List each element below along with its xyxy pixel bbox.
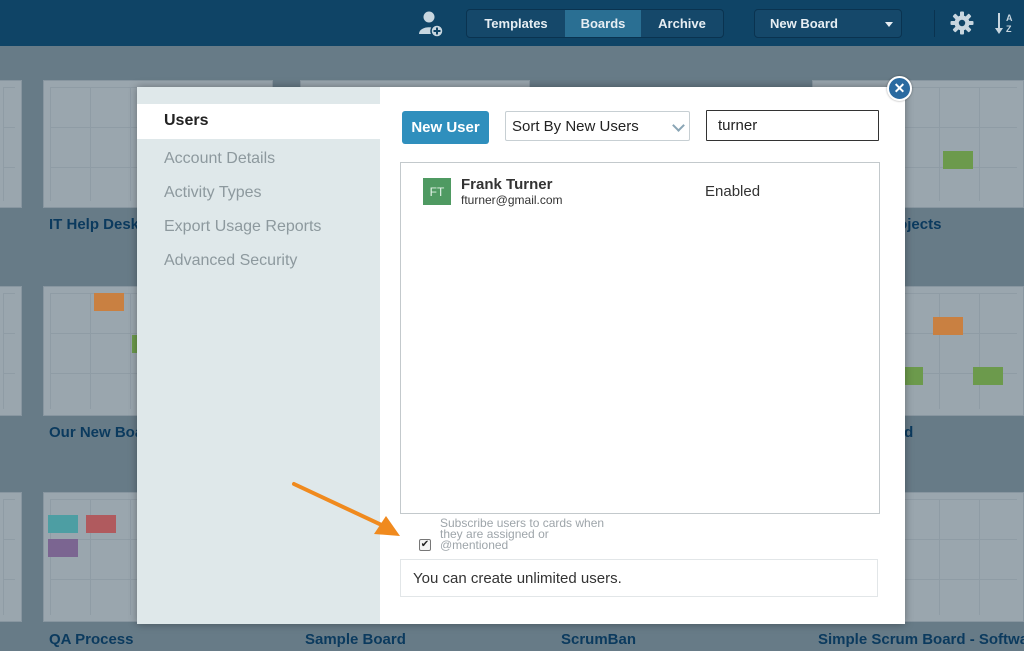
user-status: Enabled: [705, 183, 761, 200]
view-tabs: Templates Boards Archive: [466, 9, 724, 38]
board-title[interactable]: Sample Board: [305, 631, 406, 648]
sidebar-item-advanced-security[interactable]: Advanced Security: [164, 252, 297, 270]
user-name: Frank Turner: [461, 176, 553, 193]
toolbar-divider: [934, 10, 935, 37]
users-info-message: You can create unlimited users.: [400, 559, 878, 597]
close-modal-button[interactable]: ✕: [887, 76, 912, 101]
board-thumbnail: [0, 80, 22, 208]
board-title[interactable]: QA Process: [49, 631, 134, 648]
caret-down-icon: [885, 22, 893, 27]
close-icon: ✕: [893, 80, 906, 96]
chevron-down-icon: [672, 119, 685, 132]
board-thumbnail: [0, 492, 22, 622]
add-user-icon[interactable]: [418, 10, 444, 38]
users-list: FT Frank Turner fturner@gmail.com Enable…: [400, 162, 880, 514]
board-title[interactable]: IT Help Desk: [49, 216, 139, 233]
sort-value: Sort By New Users: [512, 117, 639, 135]
board-title[interactable]: Simple Scrum Board - Software: [818, 631, 1024, 648]
annotation-arrow-icon: [292, 482, 400, 536]
board-title[interactable]: ScrumBan: [561, 631, 636, 648]
svg-text:A: A: [1006, 13, 1013, 23]
subscribe-checkbox[interactable]: ✔: [419, 539, 431, 551]
user-email: fturner@gmail.com: [461, 193, 563, 207]
new-user-button[interactable]: New User: [402, 111, 489, 144]
board-thumbnail: [0, 286, 22, 416]
avatar: FT: [423, 178, 451, 205]
tab-boards[interactable]: Boards: [565, 10, 641, 37]
subscribe-label: Subscribe users to cards when they are a…: [440, 516, 605, 552]
sort-alpha-icon[interactable]: A Z: [994, 10, 1016, 36]
sidebar-item-export-usage-reports[interactable]: Export Usage Reports: [164, 218, 321, 236]
top-toolbar: Templates Boards Archive New Board A Z: [0, 0, 1024, 46]
new-board-label: New Board: [770, 16, 838, 31]
tab-archive[interactable]: Archive: [641, 10, 723, 37]
tab-templates[interactable]: Templates: [467, 10, 565, 37]
new-board-dropdown[interactable]: New Board: [754, 9, 902, 38]
sidebar-item-activity-types[interactable]: Activity Types: [164, 184, 262, 202]
sidebar-item-users[interactable]: Users: [137, 104, 380, 139]
sidebar-item-account-details[interactable]: Account Details: [164, 150, 275, 168]
sort-users-dropdown[interactable]: Sort By New Users: [505, 111, 690, 141]
svg-text:Z: Z: [1006, 24, 1012, 34]
user-search-input[interactable]: [706, 110, 879, 141]
sidebar-item-label: Users: [164, 112, 209, 129]
gear-icon[interactable]: [950, 11, 974, 35]
settings-sidebar: Users Account Details Activity Types Exp…: [137, 87, 380, 624]
